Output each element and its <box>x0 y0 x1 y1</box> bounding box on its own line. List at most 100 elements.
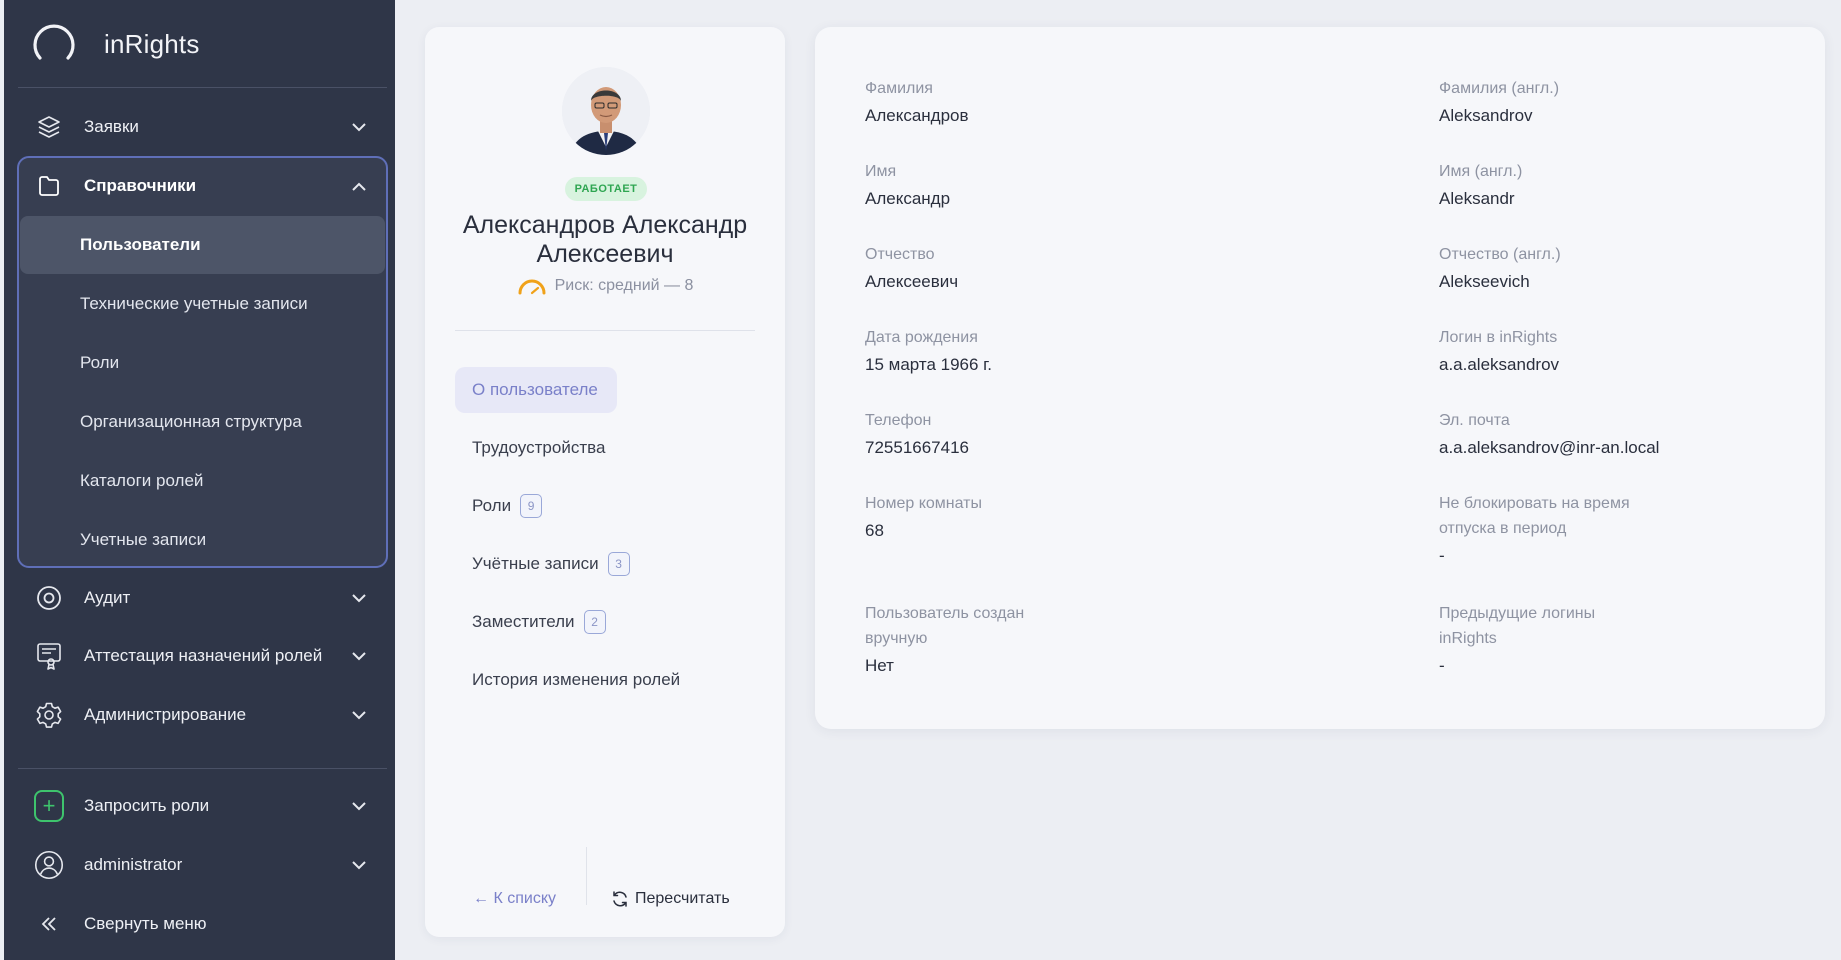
tab-employments[interactable]: Трудоустройства <box>455 425 605 471</box>
field-label: Имя (англ.) <box>1439 163 1523 180</box>
sidebar-subitem-users[interactable]: Пользователи <box>20 216 385 274</box>
footer-divider <box>586 847 587 905</box>
tab-deputies[interactable]: Заместители 2 <box>455 599 606 645</box>
field-value: 72551667416 <box>865 438 970 457</box>
field-label: отпуска в период <box>1439 520 1567 537</box>
field-label: Фамилия <box>865 80 933 97</box>
chevron-down-icon <box>349 646 369 666</box>
tab-label: История изменения ролей <box>472 670 681 689</box>
field-value: Aleksandrov <box>1439 106 1533 125</box>
risk-indicator: Риск: средний — 8 <box>425 277 785 295</box>
field-value: Алексеевич <box>865 272 959 291</box>
request-roles-button[interactable]: + Запросить роли <box>18 777 387 835</box>
field-phone: Телефон 72551667416 <box>865 408 1285 461</box>
field-value: Aleksandr <box>1439 189 1515 208</box>
sidebar-item-label: Справочники <box>84 176 197 195</box>
tab-about-user[interactable]: О пользователе <box>455 367 617 413</box>
tab-label: Учётные записи <box>472 554 599 573</box>
collapse-menu-label: Свернуть меню <box>84 914 207 933</box>
sidebar-subitem-role-catalogs[interactable]: Каталоги ролей <box>20 452 385 510</box>
sidebar-item-label: Аттестация назначений ролей <box>84 646 323 665</box>
field-label: Не блокировать на время <box>1439 495 1630 512</box>
sidebar-subitem-roles[interactable]: Роли <box>20 334 385 392</box>
field-label: Номер комнаты <box>865 495 982 512</box>
plus-icon: + <box>34 790 64 822</box>
tab-accounts[interactable]: Учётные записи 3 <box>455 541 630 587</box>
chevron-up-icon <box>349 176 369 196</box>
field-value: - <box>1439 656 1445 675</box>
field-patronymic: Отчество Алексеевич <box>865 242 1285 295</box>
chevron-down-icon <box>349 117 369 137</box>
tab-label: Роли <box>472 496 512 515</box>
sidebar-subitem-org-structure[interactable]: Организационная структура <box>20 393 385 451</box>
recalculate-label: Пересчитать <box>635 890 730 907</box>
field-label: Логин в inRights <box>1439 329 1558 346</box>
tab-role-history[interactable]: История изменения ролей <box>455 657 680 703</box>
count-badge: 3 <box>607 552 630 576</box>
sidebar-subitem-tech-accounts[interactable]: Технические учетные записи <box>20 275 385 333</box>
field-no-block-vacation: Не блокировать на время отпуска в период… <box>1439 491 1841 569</box>
card-divider <box>455 330 755 331</box>
sidebar-divider <box>18 87 387 88</box>
tab-label: О пользователе <box>472 380 598 399</box>
user-name: administrator <box>84 855 183 874</box>
back-to-list-link[interactable]: ← К списку <box>473 890 556 908</box>
field-label: Телефон <box>865 412 932 429</box>
tab-label: Заместители <box>472 612 575 631</box>
tab-roles[interactable]: Роли 9 <box>455 483 543 529</box>
recalculate-button[interactable]: Пересчитать <box>611 890 730 908</box>
sidebar-item-requests[interactable]: Заявки <box>18 98 387 156</box>
sidebar-item-references[interactable]: Справочники <box>18 157 387 215</box>
field-value: 15 марта 1966 г. <box>865 355 993 374</box>
risk-label: Риск: средний — 8 <box>554 277 694 294</box>
certificate-icon <box>34 641 64 671</box>
count-badge: 9 <box>520 494 543 518</box>
double-chevron-left-icon <box>34 909 64 939</box>
collapse-menu-button[interactable]: Свернуть меню <box>18 895 387 953</box>
chevron-down-icon <box>349 796 369 816</box>
field-room-number: Номер комнаты 68 <box>865 491 1285 544</box>
layers-icon <box>34 112 64 142</box>
field-label: Отчество <box>865 246 935 263</box>
user-menu[interactable]: administrator <box>18 836 387 894</box>
field-first-name: Имя Александр <box>865 159 1285 212</box>
profile-card: РАБОТАЕТ Александров Александр Алексееви… <box>425 27 785 937</box>
field-value: Александров <box>865 106 969 125</box>
field-value: Alekseevich <box>1439 272 1530 291</box>
eye-icon <box>34 583 64 613</box>
request-roles-label: Запросить роли <box>84 796 210 815</box>
sidebar-divider <box>18 768 387 769</box>
refresh-icon <box>613 891 627 907</box>
field-label: inRights <box>1439 630 1497 647</box>
sidebar-item-label: Аудит <box>84 588 131 607</box>
chevron-down-icon <box>349 588 369 608</box>
field-last-name-en: Фамилия (англ.) Aleksandrov <box>1439 76 1841 129</box>
field-label: Отчество (англ.) <box>1439 246 1561 263</box>
tab-label: Трудоустройства <box>472 438 606 457</box>
sidebar-item-administration[interactable]: Администрирование <box>18 686 387 744</box>
field-label: вручную <box>865 630 928 647</box>
sidebar-item-attestation[interactable]: Аттестация назначений ролей <box>18 627 387 685</box>
sidebar: inRights Заявки Справочники Пользователи… <box>4 0 395 960</box>
field-label: Эл. почта <box>1439 412 1510 429</box>
field-value: Нет <box>865 656 894 675</box>
gauge-icon <box>518 279 546 295</box>
field-value: 68 <box>865 521 884 540</box>
field-previous-logins: Предыдущие логины inRights - <box>1439 601 1841 679</box>
count-badge: 2 <box>583 610 606 634</box>
field-label: Фамилия (англ.) <box>1439 80 1560 97</box>
field-first-name-en: Имя (англ.) Aleksandr <box>1439 159 1841 212</box>
field-label: Дата рождения <box>865 329 978 346</box>
field-value: a.a.aleksandrov@inr-an.local <box>1439 438 1660 457</box>
field-label: Пользователь создан <box>865 605 1025 622</box>
user-details-card: Фамилия Александров Имя Александр Отчест… <box>815 27 1825 729</box>
sidebar-subitem-accounts[interactable]: Учетные записи <box>20 511 385 569</box>
chevron-down-icon <box>349 855 369 875</box>
sidebar-item-label: Администрирование <box>84 705 247 724</box>
user-avatar-icon <box>34 850 64 880</box>
sidebar-item-audit[interactable]: Аудит <box>18 569 387 627</box>
app-name: inRights <box>104 28 200 59</box>
brand[interactable]: inRights <box>30 20 200 68</box>
field-login: Логин в inRights a.a.aleksandrov <box>1439 325 1841 378</box>
sidebar-item-label: Заявки <box>84 117 139 136</box>
